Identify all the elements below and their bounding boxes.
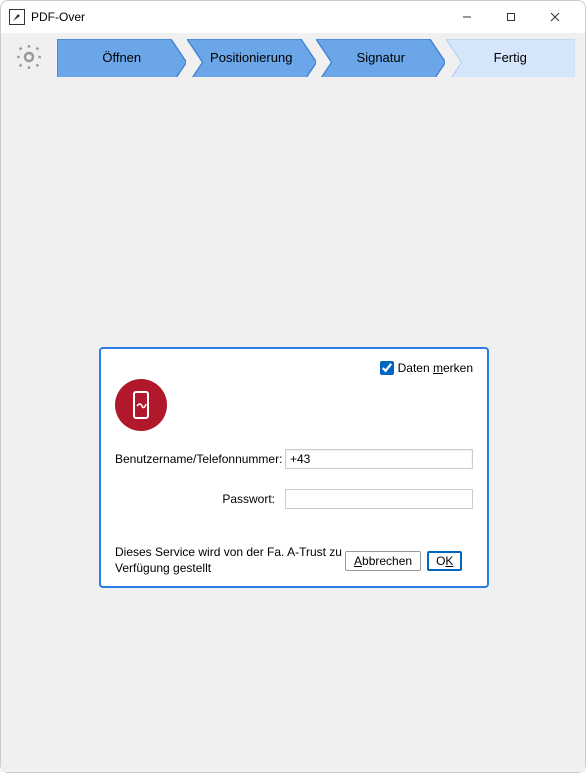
username-input[interactable] [285,449,473,469]
step-label: Fertig [494,50,527,65]
step-open[interactable]: Öffnen [57,39,187,75]
handy-signatur-logo [115,379,167,431]
logo-row [115,379,473,431]
password-row: Passwort: [115,489,473,509]
step-signature[interactable]: Signatur [316,39,446,75]
panel-bottom: Dieses Service wird von der Fa. A-Trust … [115,545,473,576]
step-label: Signatur [357,50,405,65]
step-positioning[interactable]: Positionierung [187,39,317,75]
stepper-row: Öffnen Positionierung Signatur [1,33,585,77]
remember-checkbox-input[interactable] [380,361,394,375]
window-title: PDF-Over [31,10,445,24]
minimize-button[interactable] [445,2,489,32]
remember-checkbox[interactable]: Daten merken [380,361,473,375]
titlebar: PDF-Over [1,1,585,33]
ok-button[interactable]: OK [427,551,462,571]
maximize-button[interactable] [489,2,533,32]
gear-icon[interactable] [11,39,47,75]
panel-top: Daten merken [115,361,473,375]
close-button[interactable] [533,2,577,32]
service-text: Dieses Service wird von der Fa. A-Trust … [115,545,345,576]
remember-label: Daten merken [398,361,473,375]
signin-panel: Daten merken Benutzername/Telefonnummer: [99,347,489,588]
username-label: Benutzername/Telefonnummer: [115,452,285,466]
step-label: Öffnen [102,50,141,65]
content-area: Öffnen Positionierung Signatur [1,33,585,772]
main-area: Daten merken Benutzername/Telefonnummer: [1,77,585,772]
app-icon [9,9,25,25]
cancel-button[interactable]: Abbrechen [345,551,421,571]
stepper: Öffnen Positionierung Signatur [57,39,575,75]
username-row: Benutzername/Telefonnummer: [115,449,473,469]
button-group: Abbrechen OK [345,551,462,571]
window-controls [445,2,577,32]
step-done[interactable]: Fertig [446,39,576,75]
app-window: PDF-Over [0,0,586,773]
password-input[interactable] [285,489,473,509]
step-label: Positionierung [210,50,292,65]
password-label: Passwort: [115,492,285,506]
